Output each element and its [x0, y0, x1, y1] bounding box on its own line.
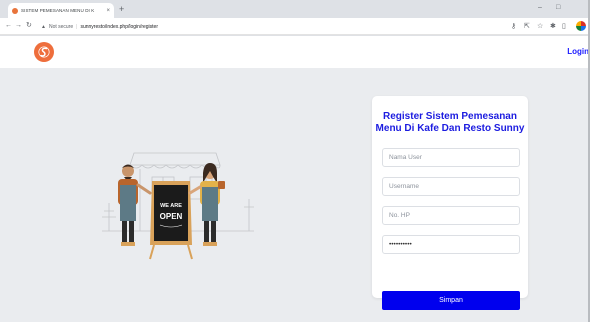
- browser-tab-bar: SISTEM PEMESANAN MENU DI K × + – □: [0, 0, 590, 18]
- side-panel-icon[interactable]: ▯: [562, 22, 566, 31]
- sunny-logo-icon[interactable]: [34, 42, 54, 62]
- forward-icon[interactable]: →: [15, 21, 22, 31]
- board-text-we-are: WE ARE: [160, 203, 182, 209]
- name-user-input[interactable]: [382, 148, 520, 167]
- barista-man: [118, 164, 152, 246]
- maximize-icon[interactable]: □: [556, 2, 560, 14]
- password-input[interactable]: [382, 235, 520, 254]
- username-input[interactable]: [382, 177, 520, 196]
- register-title: Register Sistem Pemesanan Menu Di Kafe D…: [372, 111, 528, 135]
- minimize-icon[interactable]: –: [538, 2, 542, 14]
- browser-tab[interactable]: SISTEM PEMESANAN MENU DI K ×: [8, 3, 114, 18]
- register-card: Register Sistem Pemesanan Menu Di Kafe D…: [372, 96, 528, 310]
- back-icon[interactable]: ←: [5, 21, 12, 31]
- app-header: Login: [0, 36, 590, 68]
- register-title-line2: Menu Di Kafe Dan Resto Sunny: [375, 123, 525, 134]
- cafe-open-illustration: WE ARE OPEN: [102, 152, 254, 260]
- logo-swirl-icon: [38, 46, 50, 58]
- simpan-button[interactable]: Simpan: [382, 291, 520, 310]
- barista-woman: [188, 163, 225, 246]
- security-warning: Not secure: [48, 23, 74, 30]
- open-sign-board: WE ARE OPEN: [149, 181, 193, 260]
- key-icon[interactable]: ⚷: [511, 22, 516, 31]
- profile-avatar-icon[interactable]: [576, 21, 586, 31]
- board-text-open: OPEN: [160, 212, 183, 221]
- extensions-icon[interactable]: ✱: [550, 22, 556, 31]
- address-bar[interactable]: ▲ Not secure | sunnyresto/index.php/logi…: [38, 20, 490, 33]
- register-title-line1: Register Sistem Pemesanan: [383, 111, 517, 122]
- share-icon[interactable]: ⇱: [524, 22, 530, 31]
- phone-input[interactable]: [382, 206, 520, 225]
- tab-favicon-icon: [12, 7, 18, 14]
- new-tab-icon[interactable]: +: [119, 3, 124, 15]
- bookmark-star-icon[interactable]: ☆: [537, 22, 543, 31]
- browser-toolbar: ← → ↻ ▲ Not secure | sunnyresto/index.ph…: [0, 18, 590, 35]
- login-link[interactable]: Login: [567, 47, 589, 56]
- tab-title: SISTEM PEMESANAN MENU DI K: [21, 8, 95, 13]
- tab-close-icon[interactable]: ×: [106, 8, 110, 14]
- main-content: WE ARE OPEN Register Sistem Pemesanan Me…: [0, 68, 590, 322]
- reload-icon[interactable]: ↻: [26, 21, 32, 31]
- address-divider: |: [76, 23, 78, 30]
- url-text: sunnyresto/index.php/login/register: [80, 23, 158, 30]
- warning-icon: ▲: [41, 23, 46, 30]
